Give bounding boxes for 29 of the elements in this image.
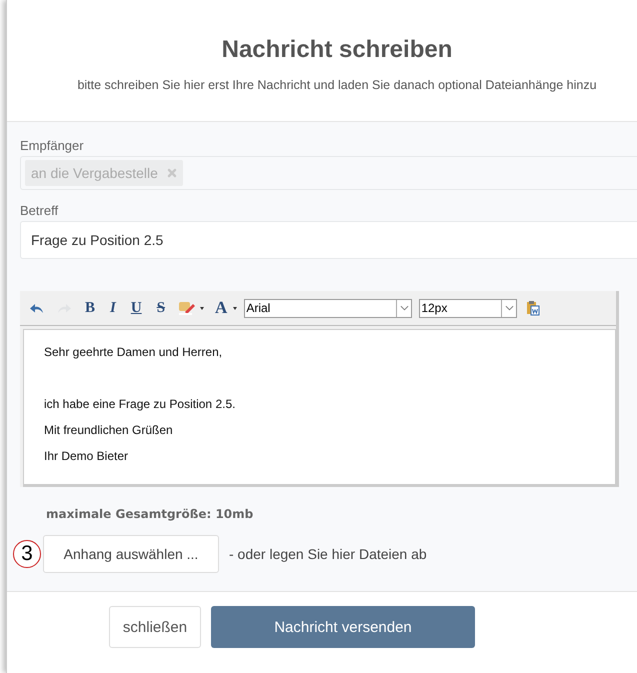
- format-button[interactable]: S: [152, 300, 170, 316]
- dropdown[interactable]: 12px: [419, 298, 518, 318]
- font-color-button[interactable]: A: [211, 298, 232, 318]
- field-label: Empfänger: [20, 138, 85, 153]
- step-number: 3: [13, 540, 41, 568]
- paste-document-icon[interactable]: [524, 300, 542, 316]
- message-text-area[interactable]: Sehr geehrte Damen und Herren, ich habe eine Frage zu Position 2.5. Mit freundlichen Grüßen Ihr Demo Bieter: [23, 329, 616, 487]
- recipient-tag: an die Vergabestelle: [25, 160, 183, 186]
- message-line: Sehr geehrte Damen und Herren,: [44, 344, 224, 361]
- caret-icon[interactable]: [233, 306, 238, 310]
- chevron-down-icon: [504, 305, 514, 311]
- caret-icon[interactable]: [200, 306, 204, 310]
- drop-hint: - oder legen Sie hier Dateien ab: [229, 546, 427, 562]
- dialog-subtitle: bitte schreiben Sie hier erst Ihre Nachricht und laden Sie danach optional Dateianhänge hinzu: [77, 78, 597, 92]
- select-attachment-button[interactable]: Anhang auswählen ...: [43, 535, 219, 573]
- format-button[interactable]: B: [81, 300, 100, 316]
- send-button[interactable]: Nachricht versenden: [211, 606, 475, 648]
- subject-field[interactable]: Frage zu Position 2.5: [20, 221, 637, 259]
- format-button[interactable]: U: [126, 300, 146, 316]
- message-line: ich habe eine Frage zu Position 2.5.: [44, 396, 236, 413]
- dialog-title: Nachricht schreiben: [222, 36, 452, 64]
- message-line: Mit freundlichen Grüßen: [44, 422, 174, 439]
- format-button[interactable]: I: [106, 300, 120, 316]
- close-button[interactable]: schließen: [109, 606, 201, 648]
- dropdown[interactable]: Arial: [244, 298, 412, 318]
- field-label: Betreff: [20, 203, 60, 218]
- message-line: Ihr Demo Bieter: [44, 448, 130, 465]
- chevron-down-icon: [400, 305, 409, 311]
- max-size-note: maximale Gesamtgröße: 10mb: [46, 507, 254, 521]
